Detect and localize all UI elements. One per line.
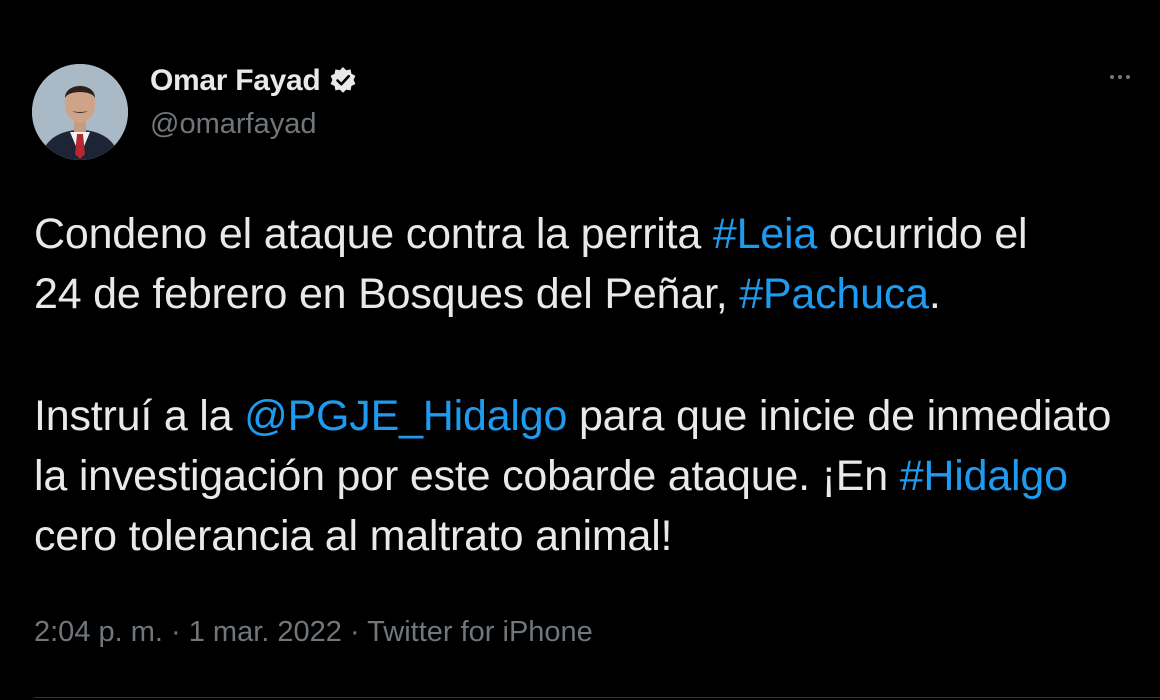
tweet-card: Omar Fayad @omarfayad Condeno el ataque … [0, 0, 1160, 700]
tweet-metadata: 2:04 p. m. · 1 mar. 2022 · Twitter for i… [34, 616, 593, 649]
tweet-time[interactable]: 2:04 p. m. [34, 616, 163, 648]
author-name-row[interactable]: Omar Fayad [150, 62, 358, 100]
tweet-text-segment: la investigación por este cobarde ataque… [34, 452, 900, 500]
tweet-line: 24 de febrero en Bosques del Peñar, #Pac… [34, 264, 1154, 324]
meta-separator: · [341, 616, 368, 648]
meta-separator: · [162, 616, 189, 648]
tweet-date[interactable]: 1 mar. 2022 [189, 616, 342, 648]
tweet-source[interactable]: Twitter for iPhone [367, 616, 593, 648]
verified-badge-icon [328, 66, 358, 96]
tweet-text-segment: Instruí a la [34, 392, 245, 440]
tweet-text-segment: para que inicie de inmediato [567, 392, 1112, 440]
tweet-line: la investigación por este cobarde ataque… [34, 446, 1154, 506]
mention-link[interactable]: @PGJE_Hidalgo [244, 392, 567, 440]
profile-photo-icon [32, 64, 128, 160]
divider [34, 697, 1160, 698]
more-options-icon[interactable] [1102, 62, 1138, 92]
more-dot [1110, 75, 1114, 79]
tweet-text-segment: ocurrido el [817, 210, 1028, 258]
tweet-text: Condeno el ataque contra la perrita #Lei… [34, 204, 1154, 566]
tweet-text-segment: cero tolerancia al maltrato animal! [34, 512, 673, 560]
tweet-text-segment: . [928, 270, 941, 318]
tweet-line: cero tolerancia al maltrato animal! [34, 506, 1154, 566]
author-handle[interactable]: @omarfayad [150, 108, 316, 141]
tweet-line: Condeno el ataque contra la perrita #Lei… [34, 204, 1154, 264]
author-display-name[interactable]: Omar Fayad [150, 64, 321, 98]
hashtag-link[interactable]: #Leia [713, 210, 817, 258]
tweet-text-segment: 24 de febrero en Bosques del Peñar, [34, 270, 740, 318]
tweet-line: Instruí a la @PGJE_Hidalgo para que inic… [34, 386, 1154, 446]
hashtag-link[interactable]: #Pachuca [739, 270, 929, 318]
hashtag-link[interactable]: #Hidalgo [900, 452, 1068, 500]
more-dot [1126, 75, 1130, 79]
avatar[interactable] [32, 64, 128, 160]
tweet-text-segment: Condeno el ataque contra la perrita [34, 210, 713, 258]
more-dot [1118, 75, 1122, 79]
